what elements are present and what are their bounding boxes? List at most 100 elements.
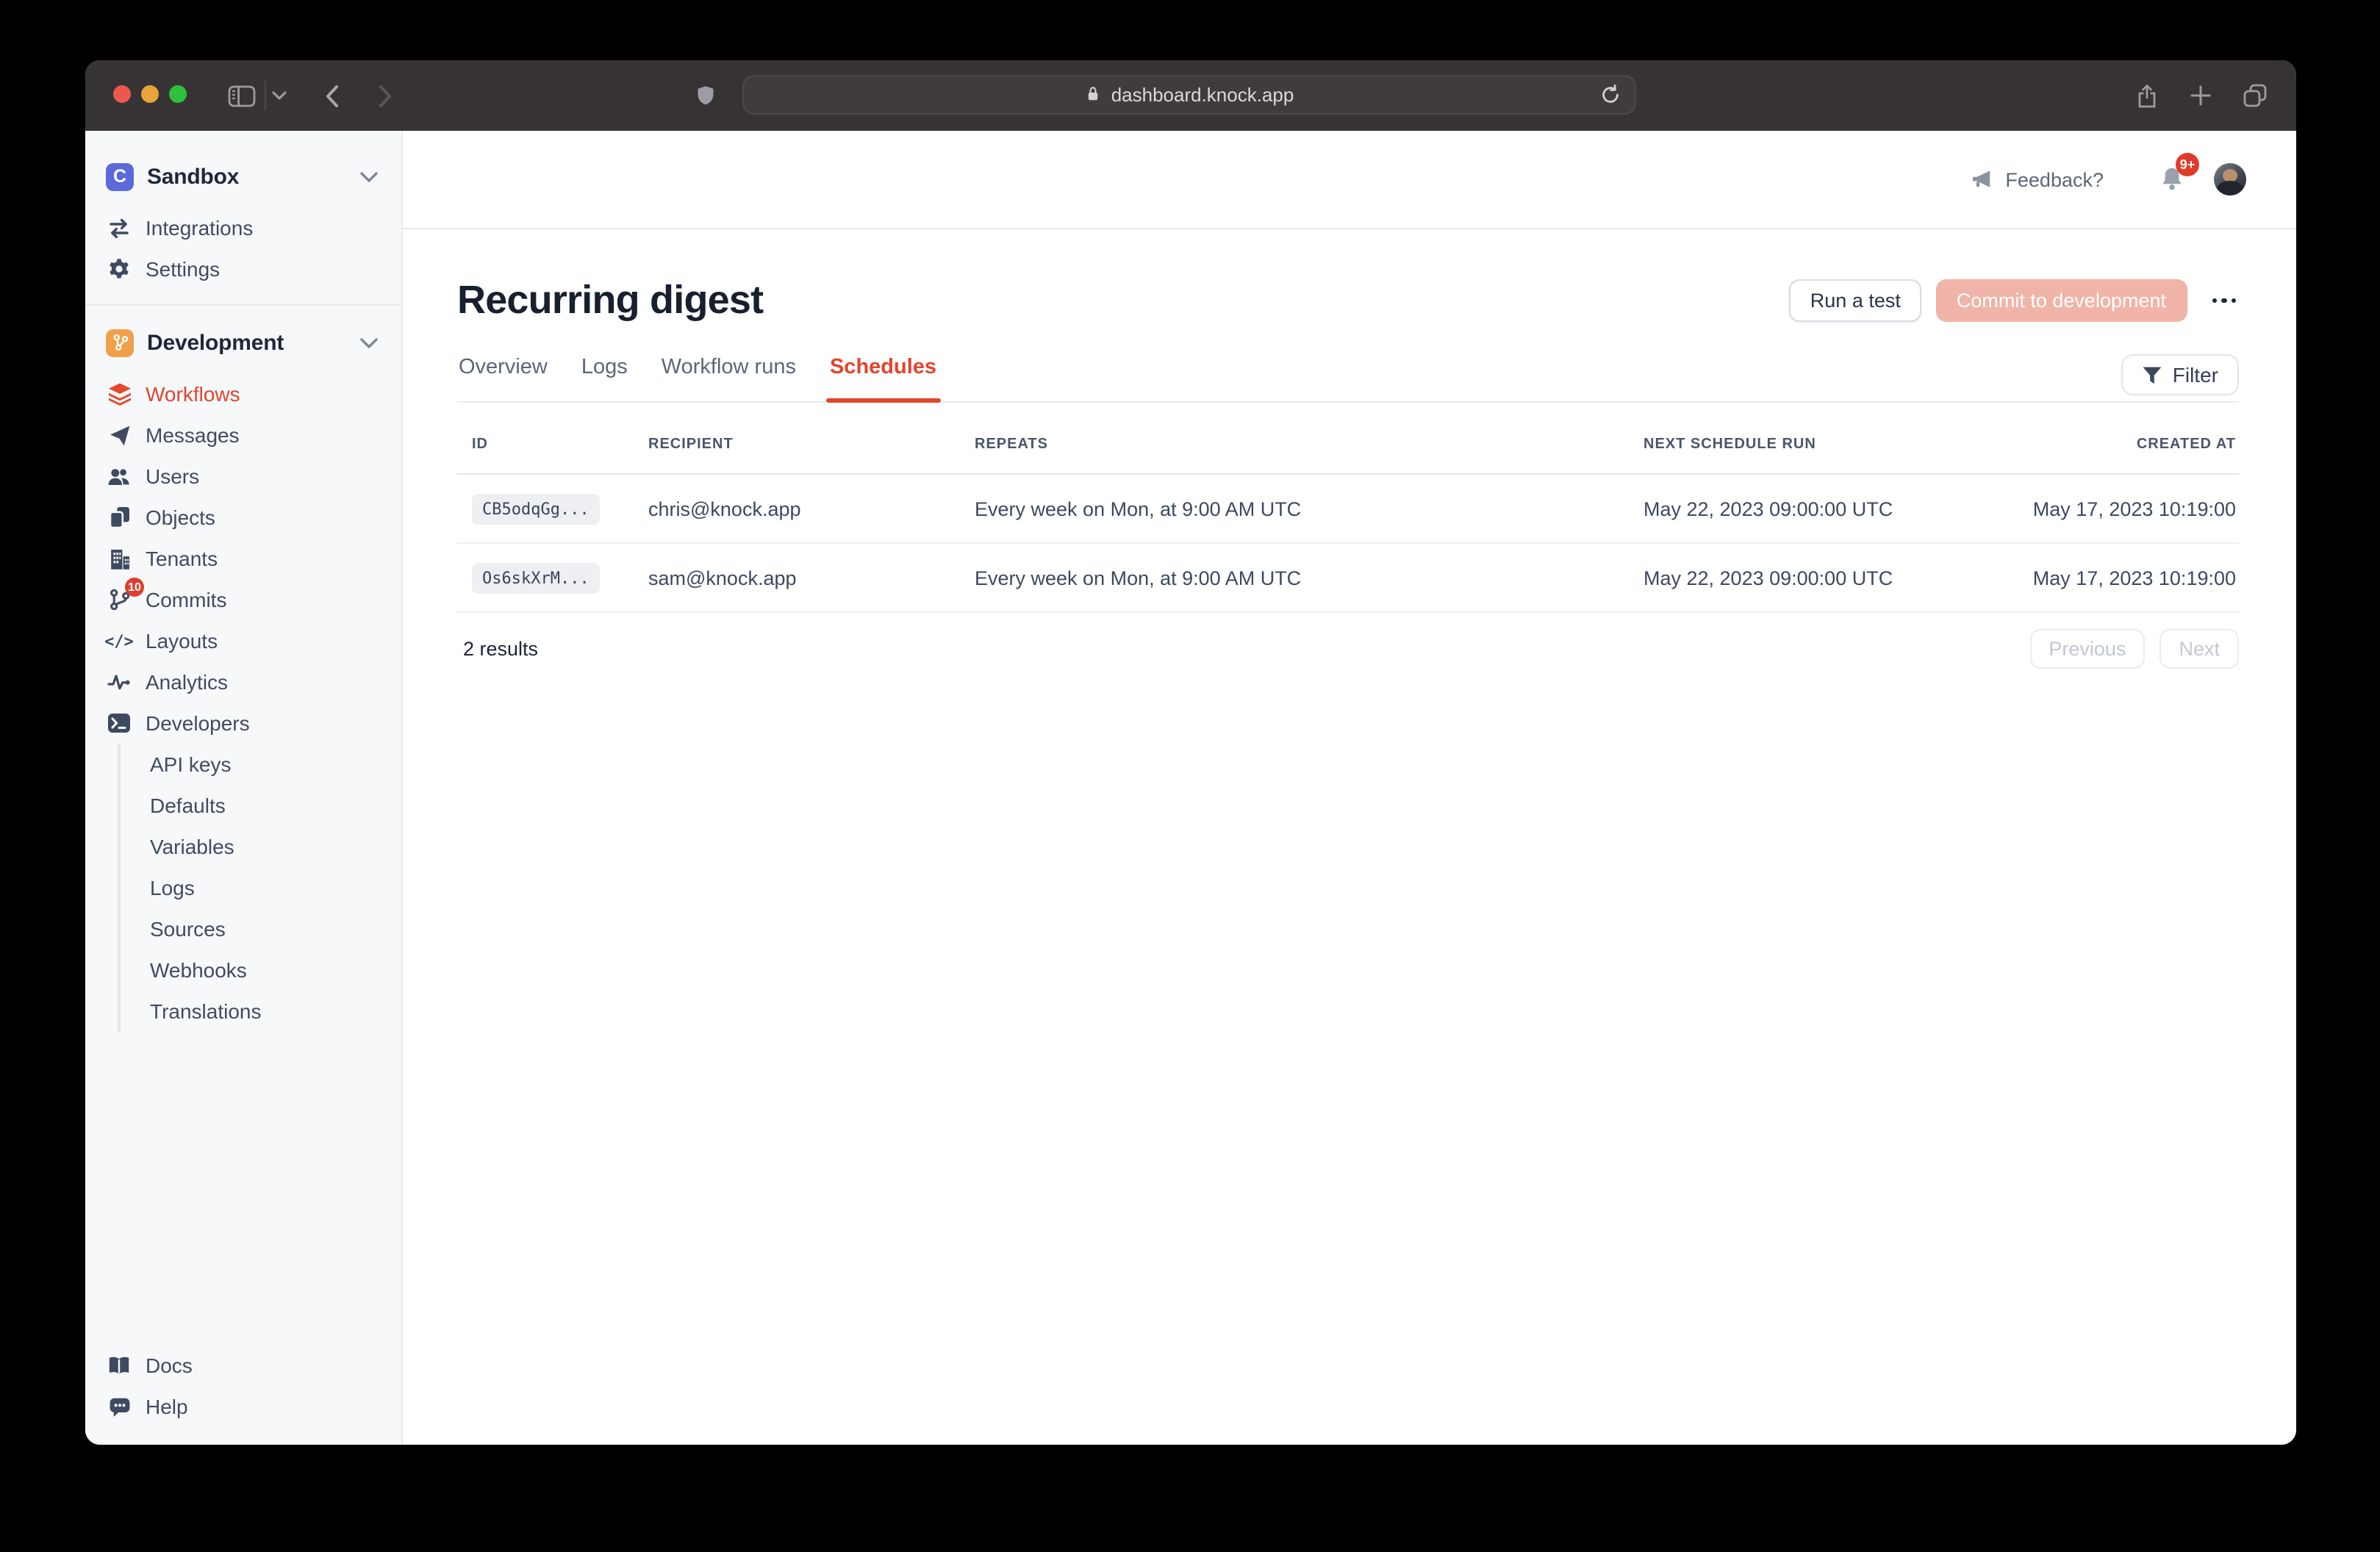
- workspace-switcher[interactable]: C Sandbox: [85, 154, 401, 198]
- column-header-id: ID: [457, 436, 648, 452]
- notifications-button[interactable]: 9+: [2159, 166, 2184, 193]
- previous-page-button[interactable]: Previous: [2029, 629, 2145, 669]
- swap-arrows-icon: [106, 217, 132, 239]
- workspace-logo: C: [106, 162, 134, 190]
- sidebar-spacer: [85, 1032, 401, 1345]
- documents-icon: [106, 506, 132, 529]
- minimize-window-button[interactable]: [141, 85, 159, 103]
- next-run-cell: May 22, 2023 09:00:00 UTC: [1644, 567, 2023, 589]
- feedback-button[interactable]: Feedback?: [1971, 168, 2104, 190]
- table-row[interactable]: Os6skXrM... sam@knock.app Every week on …: [457, 544, 2239, 613]
- sidebar-menu-chevron-button[interactable]: [270, 60, 288, 131]
- sidebar-item-label: Variables: [150, 835, 234, 858]
- sidebar-item-workflows[interactable]: Workflows: [85, 373, 401, 414]
- lock-icon: [1085, 84, 1101, 104]
- sidebar-item-logs[interactable]: Logs: [121, 867, 401, 908]
- reload-button[interactable]: [1598, 82, 1623, 107]
- browser-titlebar: dashboard.knock.app: [85, 60, 2296, 131]
- shield-icon: [695, 84, 716, 107]
- code-icon: </>: [106, 631, 132, 650]
- sidebar-item-api-keys[interactable]: API keys: [121, 744, 401, 785]
- sidebar-item-messages[interactable]: Messages: [85, 414, 401, 456]
- close-window-button[interactable]: [113, 85, 131, 103]
- screen: dashboard.knock.app: [0, 0, 2380, 1552]
- privacy-report-button[interactable]: [694, 60, 717, 131]
- sidebar-item-label: API keys: [150, 752, 232, 776]
- tab-overview[interactable]: Overview: [457, 354, 549, 401]
- sidebar: C Sandbox: [85, 131, 403, 1445]
- commit-to-development-button[interactable]: Commit to development: [1936, 279, 2187, 322]
- sidebar-item-label: Webhooks: [150, 958, 247, 982]
- filter-button[interactable]: Filter: [2121, 354, 2239, 395]
- sidebar-item-sources[interactable]: Sources: [121, 908, 401, 949]
- schedule-id-chip[interactable]: CB5odqGg...: [472, 493, 600, 524]
- sidebar-item-layouts[interactable]: </> Layouts: [85, 620, 401, 661]
- schedule-id-chip[interactable]: Os6skXrM...: [472, 562, 600, 593]
- terminal-icon: [106, 713, 132, 733]
- url-text: dashboard.knock.app: [1111, 84, 1294, 106]
- browser-window: dashboard.knock.app: [85, 60, 2296, 1445]
- sidebar-item-translations[interactable]: Translations: [121, 991, 401, 1032]
- sidebar-item-label: Docs: [146, 1354, 193, 1377]
- top-header: Feedback? 9+: [403, 131, 2296, 229]
- sidebar-item-label: Logs: [150, 876, 195, 899]
- sidebar-item-variables[interactable]: Variables: [121, 826, 401, 867]
- tab-logs[interactable]: Logs: [580, 354, 629, 401]
- run-a-test-button[interactable]: Run a test: [1790, 279, 1921, 322]
- created-at-cell: May 17, 2023 10:19:00: [2023, 497, 2239, 520]
- more-options-button[interactable]: [2209, 290, 2239, 312]
- plus-icon: [2190, 85, 2211, 106]
- filter-label: Filter: [2173, 363, 2218, 387]
- forward-button[interactable]: [375, 60, 395, 131]
- sidebar-item-users[interactable]: Users: [85, 456, 401, 497]
- sidebar-item-settings[interactable]: Settings: [85, 248, 401, 290]
- avatar-shoulders: [2217, 181, 2243, 195]
- sidebar-item-help[interactable]: Help: [85, 1386, 401, 1427]
- tab-workflow-runs[interactable]: Workflow runs: [660, 354, 797, 401]
- page-actions: Run a test Commit to development: [1790, 279, 2239, 322]
- address-bar[interactable]: dashboard.knock.app: [742, 75, 1636, 115]
- back-button[interactable]: [320, 60, 341, 131]
- share-button[interactable]: [2133, 60, 2159, 131]
- workspace-initial: C: [113, 166, 126, 187]
- sidebar-item-label: Messages: [146, 423, 240, 447]
- workspace-name: Sandbox: [147, 164, 347, 189]
- tab-schedules[interactable]: Schedules: [828, 354, 938, 401]
- schedules-table: ID RECIPIENT REPEATS NEXT SCHEDULE RUN C…: [457, 403, 2239, 669]
- sidebar-item-label: Integrations: [146, 216, 253, 240]
- sidebar-item-webhooks[interactable]: Webhooks: [121, 949, 401, 991]
- chat-bubble-icon: [106, 1395, 132, 1418]
- environment-name: Development: [147, 330, 347, 355]
- ellipsis-icon: [2212, 298, 2217, 303]
- commit-branch-icon: 10: [106, 588, 132, 611]
- column-header-next-schedule-run: NEXT SCHEDULE RUN: [1644, 436, 2023, 452]
- sidebar-item-developers[interactable]: Developers: [85, 703, 401, 744]
- avatar[interactable]: [2214, 163, 2246, 195]
- sidebar-item-label: Users: [146, 464, 199, 488]
- branch-icon: [111, 334, 129, 351]
- sidebar-item-label: Translations: [150, 999, 262, 1023]
- sidebar-item-label: Analytics: [146, 670, 228, 694]
- sidebar-item-integrations[interactable]: Integrations: [85, 207, 401, 248]
- sidebar-item-docs[interactable]: Docs: [85, 1345, 401, 1386]
- sidebar-item-label: Sources: [150, 917, 226, 941]
- sidebar-item-analytics[interactable]: Analytics: [85, 661, 401, 703]
- sidebar-item-defaults[interactable]: Defaults: [121, 785, 401, 826]
- tab-overview-button[interactable]: [2242, 60, 2268, 131]
- pagination: Previous Next: [2029, 629, 2239, 669]
- sidebar-item-commits[interactable]: 10 Commits: [85, 579, 401, 620]
- sidebar-item-objects[interactable]: Objects: [85, 497, 401, 538]
- next-page-button[interactable]: Next: [2159, 629, 2239, 669]
- new-tab-button[interactable]: [2189, 60, 2212, 131]
- environment-switcher[interactable]: Development: [85, 320, 401, 364]
- sidebar-item-tenants[interactable]: Tenants: [85, 538, 401, 579]
- page-content: Recurring digest Run a test Commit to de…: [403, 229, 2296, 1445]
- sidebar-toggle-button[interactable]: [226, 60, 256, 131]
- toolbar-divider: [265, 81, 266, 110]
- zoom-window-button[interactable]: [169, 85, 187, 103]
- chevron-left-icon: [324, 85, 337, 107]
- developers-sub-list: API keys Defaults Variables Logs Sources…: [118, 744, 401, 1032]
- users-icon: [106, 465, 132, 487]
- sidebar-item-label: Objects: [146, 506, 215, 529]
- table-row[interactable]: CB5odqGg... chris@knock.app Every week o…: [457, 475, 2239, 544]
